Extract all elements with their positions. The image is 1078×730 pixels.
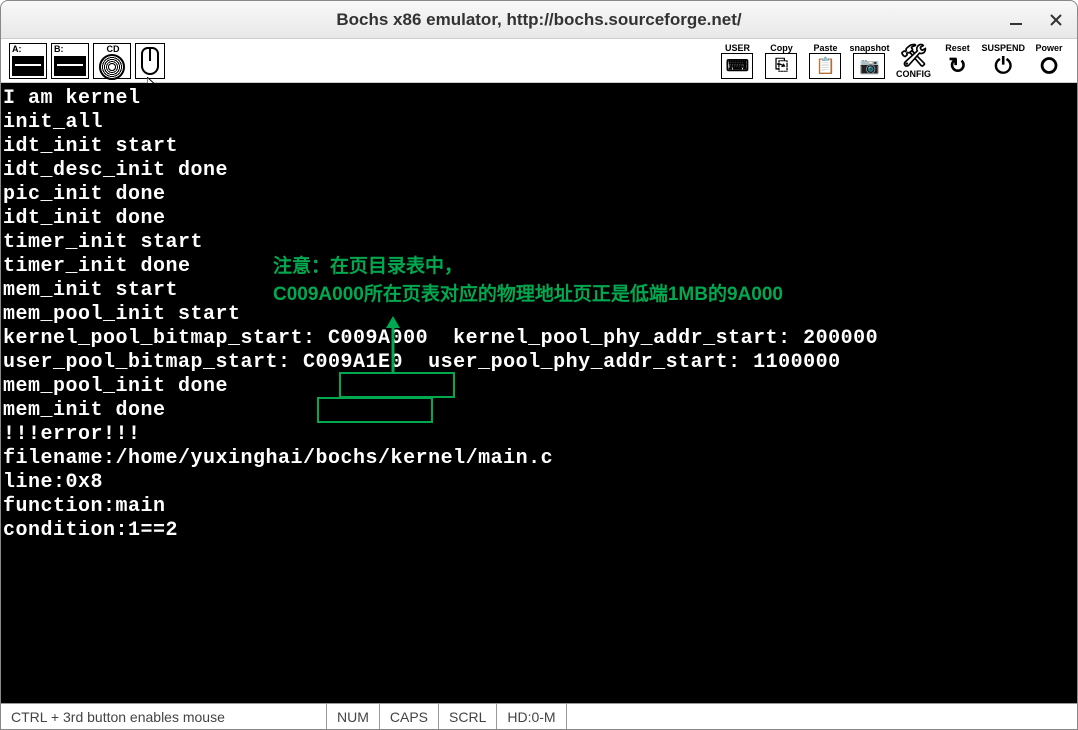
term-line: line:0x8 bbox=[1, 471, 1077, 495]
toolbar: A: B: CD USER ⌨ Copy ⎘ bbox=[1, 39, 1077, 83]
term-line: idt_init start bbox=[1, 135, 1077, 159]
status-mouse-hint: CTRL + 3rd button enables mouse bbox=[1, 704, 327, 729]
status-scrl: SCRL bbox=[439, 704, 497, 729]
power-icon: ⭘ bbox=[1033, 53, 1065, 79]
drive-a-button[interactable]: A: bbox=[9, 43, 47, 79]
suspend-button[interactable]: SUSPEND ⏻ bbox=[981, 43, 1025, 79]
drive-b-button[interactable]: B: bbox=[51, 43, 89, 79]
toolbar-right: USER ⌨ Copy ⎘ Paste 📋 snapshot 📷 🛠 CONFI… bbox=[717, 43, 1069, 79]
terminal-output: I am kernel init_all idt_init start idt_… bbox=[1, 83, 1077, 703]
term-line: function:main bbox=[1, 495, 1077, 519]
term-line: idt_desc_init done bbox=[1, 159, 1077, 183]
term-line: init_all bbox=[1, 111, 1077, 135]
term-line: idt_init done bbox=[1, 207, 1077, 231]
highlight-box-1 bbox=[339, 372, 455, 398]
keyboard-icon: ⌨ bbox=[721, 53, 753, 79]
user-button[interactable]: USER ⌨ bbox=[717, 43, 757, 79]
config-button[interactable]: 🛠 CONFIG bbox=[893, 43, 933, 79]
term-line: mem_init done bbox=[1, 399, 1077, 423]
annotation-text: 注意：在页目录表中， C009A000所在页表对应的物理地址页正是低端1MB的9… bbox=[273, 253, 783, 309]
term-line: kernel_pool_bitmap_start: C009A000 kerne… bbox=[1, 327, 1077, 351]
power-button[interactable]: Power ⭘ bbox=[1029, 43, 1069, 79]
statusbar: CTRL + 3rd button enables mouse NUM CAPS… bbox=[1, 703, 1077, 729]
drive-cd-button[interactable]: CD bbox=[93, 43, 131, 79]
term-line: user_pool_bitmap_start: C009A1E0 user_po… bbox=[1, 351, 1077, 375]
suspend-icon: ⏻ bbox=[987, 53, 1019, 79]
term-line: !!!error!!! bbox=[1, 423, 1077, 447]
close-button[interactable] bbox=[1045, 9, 1067, 31]
minimize-button[interactable] bbox=[1005, 9, 1027, 31]
term-line: mem_pool_init done bbox=[1, 375, 1077, 399]
mouse-capture-button[interactable] bbox=[135, 43, 165, 79]
status-caps: CAPS bbox=[380, 704, 439, 729]
camera-icon: 📷 bbox=[853, 53, 885, 79]
copy-icon: ⎘ bbox=[765, 53, 797, 79]
term-line: I am kernel bbox=[1, 87, 1077, 111]
reset-icon: ↻ bbox=[941, 53, 973, 79]
emulator-window: Bochs x86 emulator, http://bochs.sourcef… bbox=[0, 0, 1078, 730]
window-title: Bochs x86 emulator, http://bochs.sourcef… bbox=[336, 10, 741, 30]
paste-button[interactable]: Paste 📋 bbox=[805, 43, 845, 79]
reset-button[interactable]: Reset ↻ bbox=[937, 43, 977, 79]
titlebar[interactable]: Bochs x86 emulator, http://bochs.sourcef… bbox=[1, 1, 1077, 39]
snapshot-button[interactable]: snapshot 📷 bbox=[849, 43, 889, 79]
tools-icon: 🛠 bbox=[897, 43, 929, 69]
paste-icon: 📋 bbox=[809, 53, 841, 79]
term-line: filename:/home/yuxinghai/bochs/kernel/ma… bbox=[1, 447, 1077, 471]
copy-button[interactable]: Copy ⎘ bbox=[761, 43, 801, 79]
highlight-box-2 bbox=[317, 397, 433, 423]
term-line: pic_init done bbox=[1, 183, 1077, 207]
term-line: condition:1==2 bbox=[1, 519, 1077, 543]
status-num: NUM bbox=[327, 704, 380, 729]
toolbar-left: A: B: CD bbox=[9, 43, 165, 79]
status-hd: HD:0-M bbox=[497, 704, 566, 729]
term-line: timer_init start bbox=[1, 231, 1077, 255]
window-controls bbox=[1005, 9, 1067, 31]
